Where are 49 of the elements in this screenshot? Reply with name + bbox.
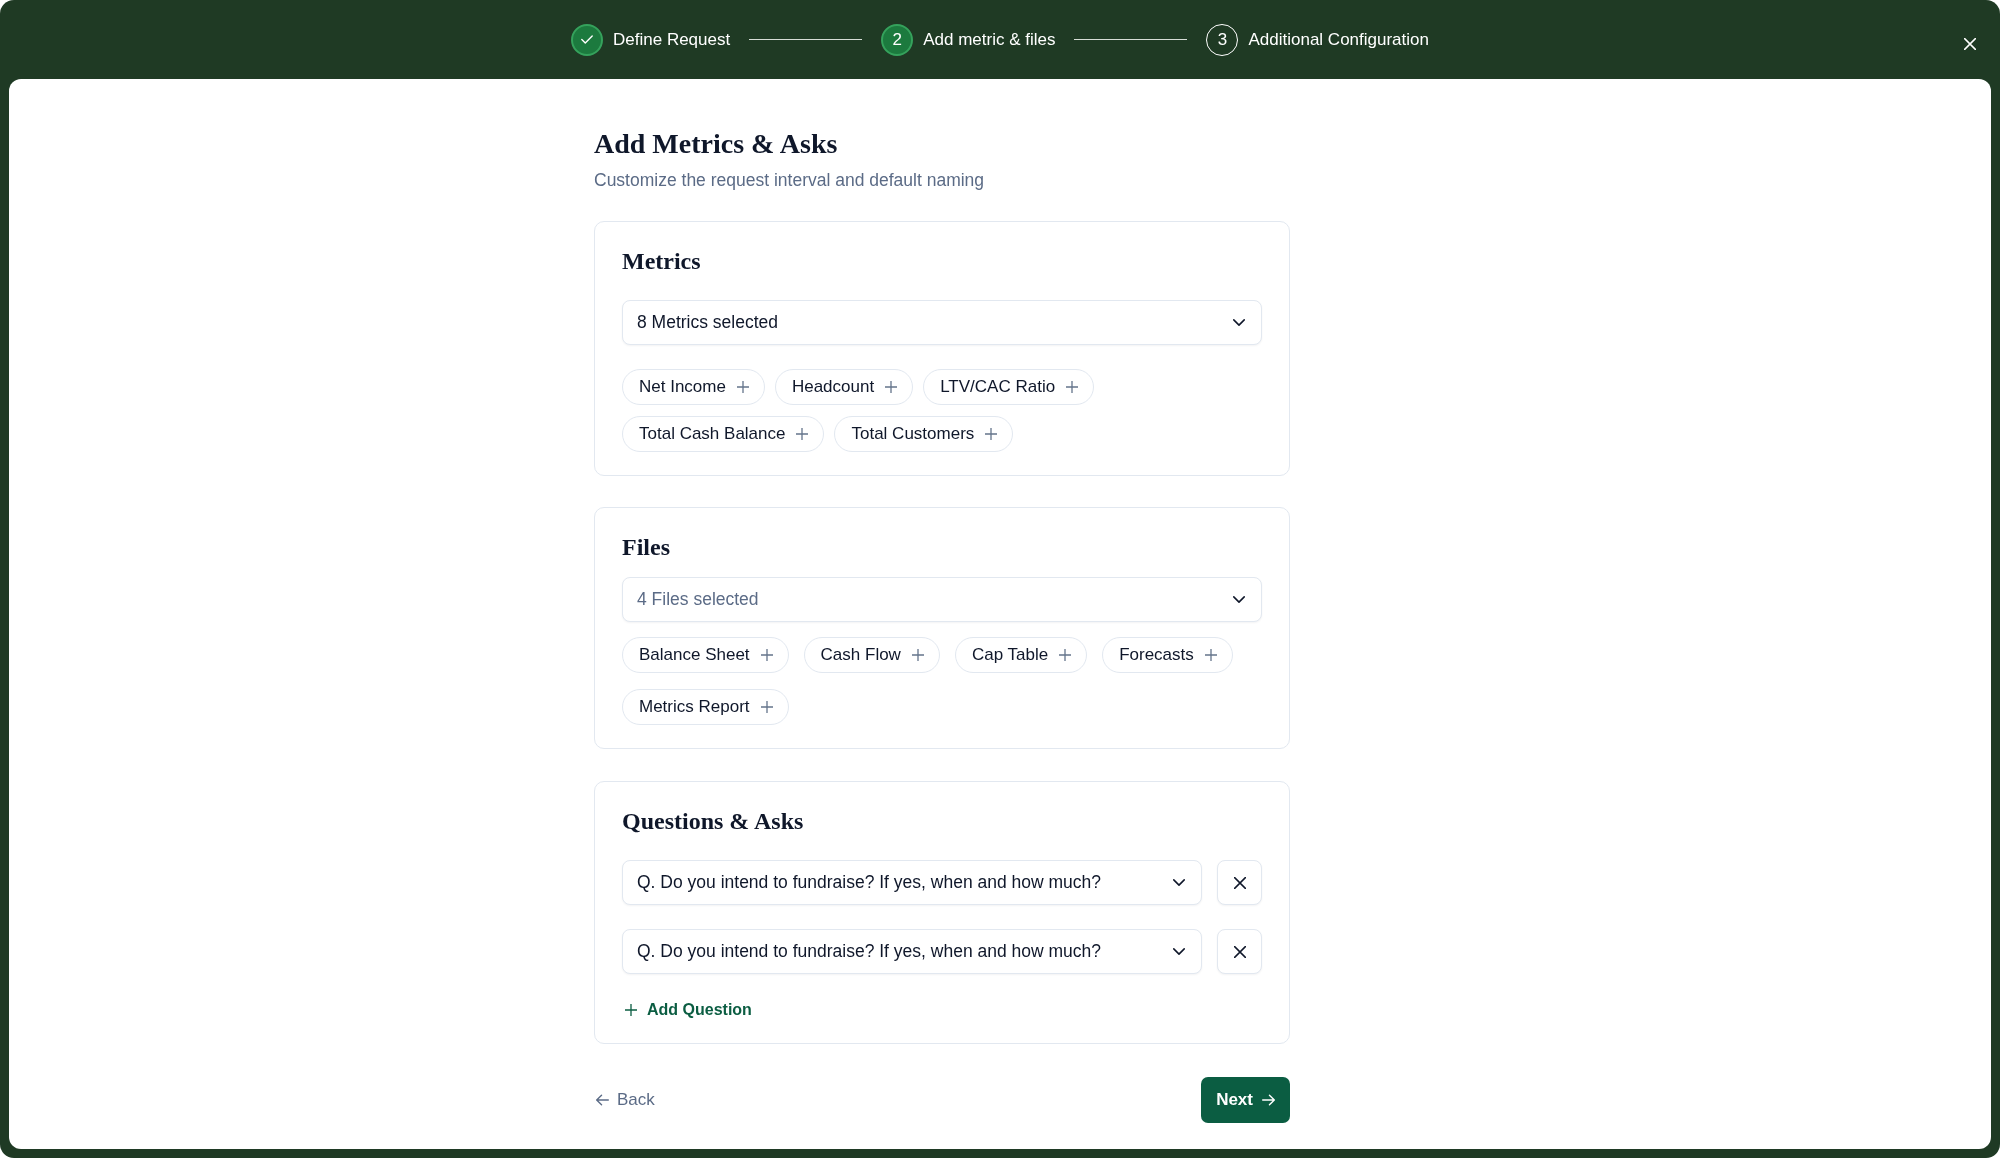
plus-icon — [760, 649, 773, 661]
section-heading: Questions & Asks — [622, 807, 805, 836]
plus-icon — [911, 649, 924, 661]
add-question-button[interactable]: Add Question — [622, 998, 752, 1022]
arrow-right-icon — [1262, 1094, 1275, 1106]
remove-question-button[interactable] — [1217, 929, 1262, 974]
file-chip[interactable]: Cap Table — [954, 637, 1088, 673]
file-chip[interactable]: Balance Sheet — [622, 637, 789, 673]
page-title: Add Metrics & Asks — [594, 127, 839, 161]
metric-chip[interactable]: Total Customers — [834, 416, 1014, 452]
plus-icon — [1204, 649, 1217, 661]
plus-icon — [796, 428, 809, 440]
back-button[interactable]: Back — [594, 1087, 655, 1113]
step-number: 2 — [881, 23, 914, 56]
plus-icon — [1066, 381, 1079, 393]
page-subtitle: Customize the request interval and default naming — [594, 169, 986, 192]
step-label: Additional Configuration — [1248, 28, 1429, 51]
file-chip[interactable]: Cash Flow — [803, 637, 940, 673]
plus-icon — [736, 381, 749, 393]
close-icon — [1233, 876, 1246, 889]
plus-icon — [1059, 649, 1072, 661]
metric-chip[interactable]: Net Income — [622, 369, 765, 405]
file-chip[interactable]: Forecasts — [1102, 637, 1233, 673]
plus-icon — [760, 701, 773, 713]
step-label: Define Request — [613, 28, 731, 51]
plus-icon — [625, 1004, 637, 1016]
metrics-select[interactable]: 8 Metrics selected — [622, 300, 1262, 345]
section-heading: Files — [622, 533, 671, 562]
section-heading: Metrics — [622, 247, 702, 276]
next-button[interactable]: Next — [1201, 1077, 1290, 1123]
remove-question-button[interactable] — [1217, 860, 1262, 905]
metric-chip[interactable]: Headcount — [774, 369, 914, 405]
plus-icon — [985, 428, 998, 440]
plus-icon — [885, 381, 898, 393]
close-button[interactable] — [1962, 35, 1978, 52]
arrow-left-icon — [596, 1094, 609, 1106]
close-icon — [1233, 945, 1246, 958]
metric-chip[interactable]: Total Cash Balance — [622, 416, 825, 452]
chevron-down-icon — [1173, 948, 1185, 955]
step-label: Add metric & files — [923, 28, 1056, 51]
question-select[interactable]: Q. Do you intend to fundraise? If yes, when and how much? — [622, 929, 1202, 974]
files-select[interactable]: 4 Files selected — [622, 577, 1262, 622]
question-select[interactable]: Q. Do you intend to fundraise? If yes, when and how much? — [622, 860, 1202, 905]
close-icon — [1964, 37, 1976, 50]
metric-chip[interactable]: LTV/CAC Ratio — [923, 369, 1095, 405]
file-chip[interactable]: Metrics Report — [622, 689, 789, 725]
chevron-down-icon — [1173, 879, 1185, 886]
chevron-down-icon — [1233, 319, 1245, 326]
chevron-down-icon — [1233, 596, 1245, 603]
